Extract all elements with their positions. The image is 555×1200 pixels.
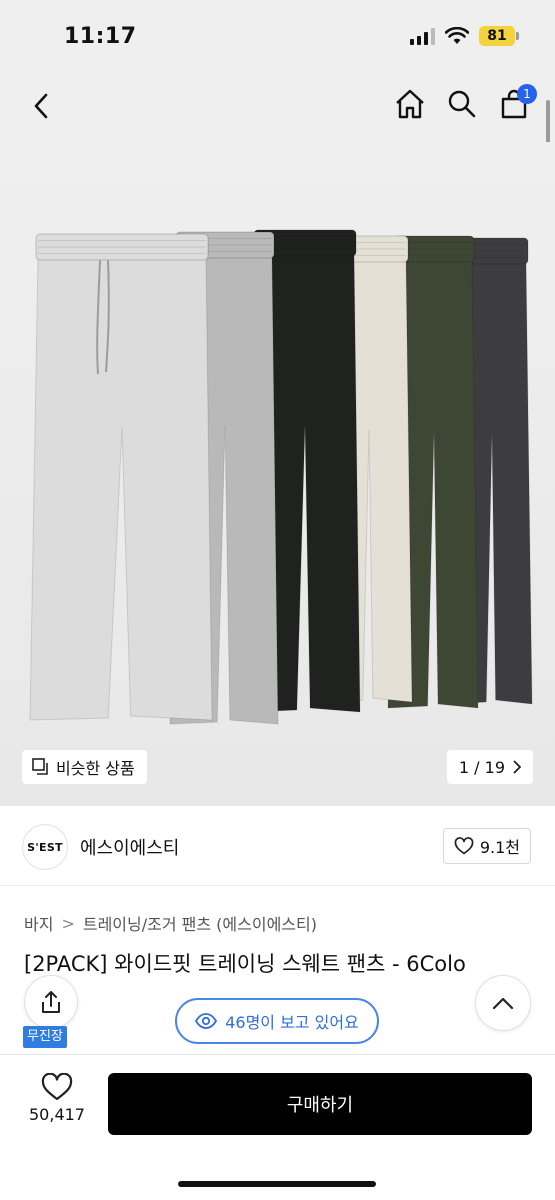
home-icon [396,89,424,119]
heart-icon [41,1073,73,1101]
search-icon [448,90,476,118]
brand-name[interactable]: 에스이에스티 [80,834,179,860]
status-time: 11:17 [64,24,137,49]
free-shipping-badge: 무진장 [23,1026,67,1048]
brand-row[interactable]: S'EST 에스이에스티 9.1천 [0,806,555,886]
wishlist-button[interactable]: 50,417 [22,1073,92,1124]
viewers-text: 46명이 보고 있어요 [225,1013,359,1032]
home-indicator [178,1181,376,1187]
viewers-pill: 46명이 보고 있어요 [175,998,379,1044]
signal-icon [410,27,435,45]
bottom-bar: 50,417 구매하기 [0,1054,555,1200]
share-icon [42,991,60,1013]
chevron-up-icon [492,997,514,1010]
breadcrumb-separator: > [61,913,75,933]
scroll-top-button[interactable] [475,975,531,1031]
similar-icon [32,758,48,775]
back-icon [34,93,48,119]
breadcrumb: 바지 > 트레이닝/조거 팬츠 (에스이에스티) [24,911,317,935]
pager-text: 1 / 19 [458,757,505,777]
heart-icon [454,837,474,855]
share-button[interactable] [24,975,78,1029]
cart-button[interactable]: 1 [495,84,537,124]
breadcrumb-item[interactable]: 바지 [24,911,53,935]
similar-products-button[interactable]: 비슷한 상품 [22,750,147,784]
battery-level: 81 [479,26,515,46]
brand-like-button[interactable]: 9.1천 [442,828,531,864]
brand-logo[interactable]: S'EST [22,824,68,870]
chevron-right-icon [513,760,521,774]
pants-photo [29,229,533,725]
nav-header: 1 [0,72,555,142]
wishlist-count: 50,417 [29,1105,85,1124]
cart-badge: 1 [517,84,537,104]
brand-like-count: 9.1천 [479,838,520,857]
status-icons: 81 [410,26,519,46]
battery-icon: 81 [479,26,519,46]
status-bar: 11:17 81 [0,0,555,72]
product-image[interactable]: 비슷한 상품 1 / 19 [0,142,555,806]
home-button[interactable] [391,84,429,124]
eye-icon [195,1013,218,1029]
wifi-icon [445,27,469,44]
product-title: [2PACK] 와이드핏 트레이닝 스웨트 팬츠 - 6Colo [24,952,466,976]
back-button[interactable] [26,88,56,124]
nav-actions: 1 [391,84,537,124]
image-pager[interactable]: 1 / 19 [446,750,533,784]
buy-button[interactable]: 구매하기 [108,1073,532,1135]
search-button[interactable] [443,84,481,124]
breadcrumb-item[interactable]: 트레이닝/조거 팬츠 (에스이에스티) [83,911,317,935]
pants-item [29,233,213,721]
similar-label: 비슷한 상품 [56,759,135,778]
